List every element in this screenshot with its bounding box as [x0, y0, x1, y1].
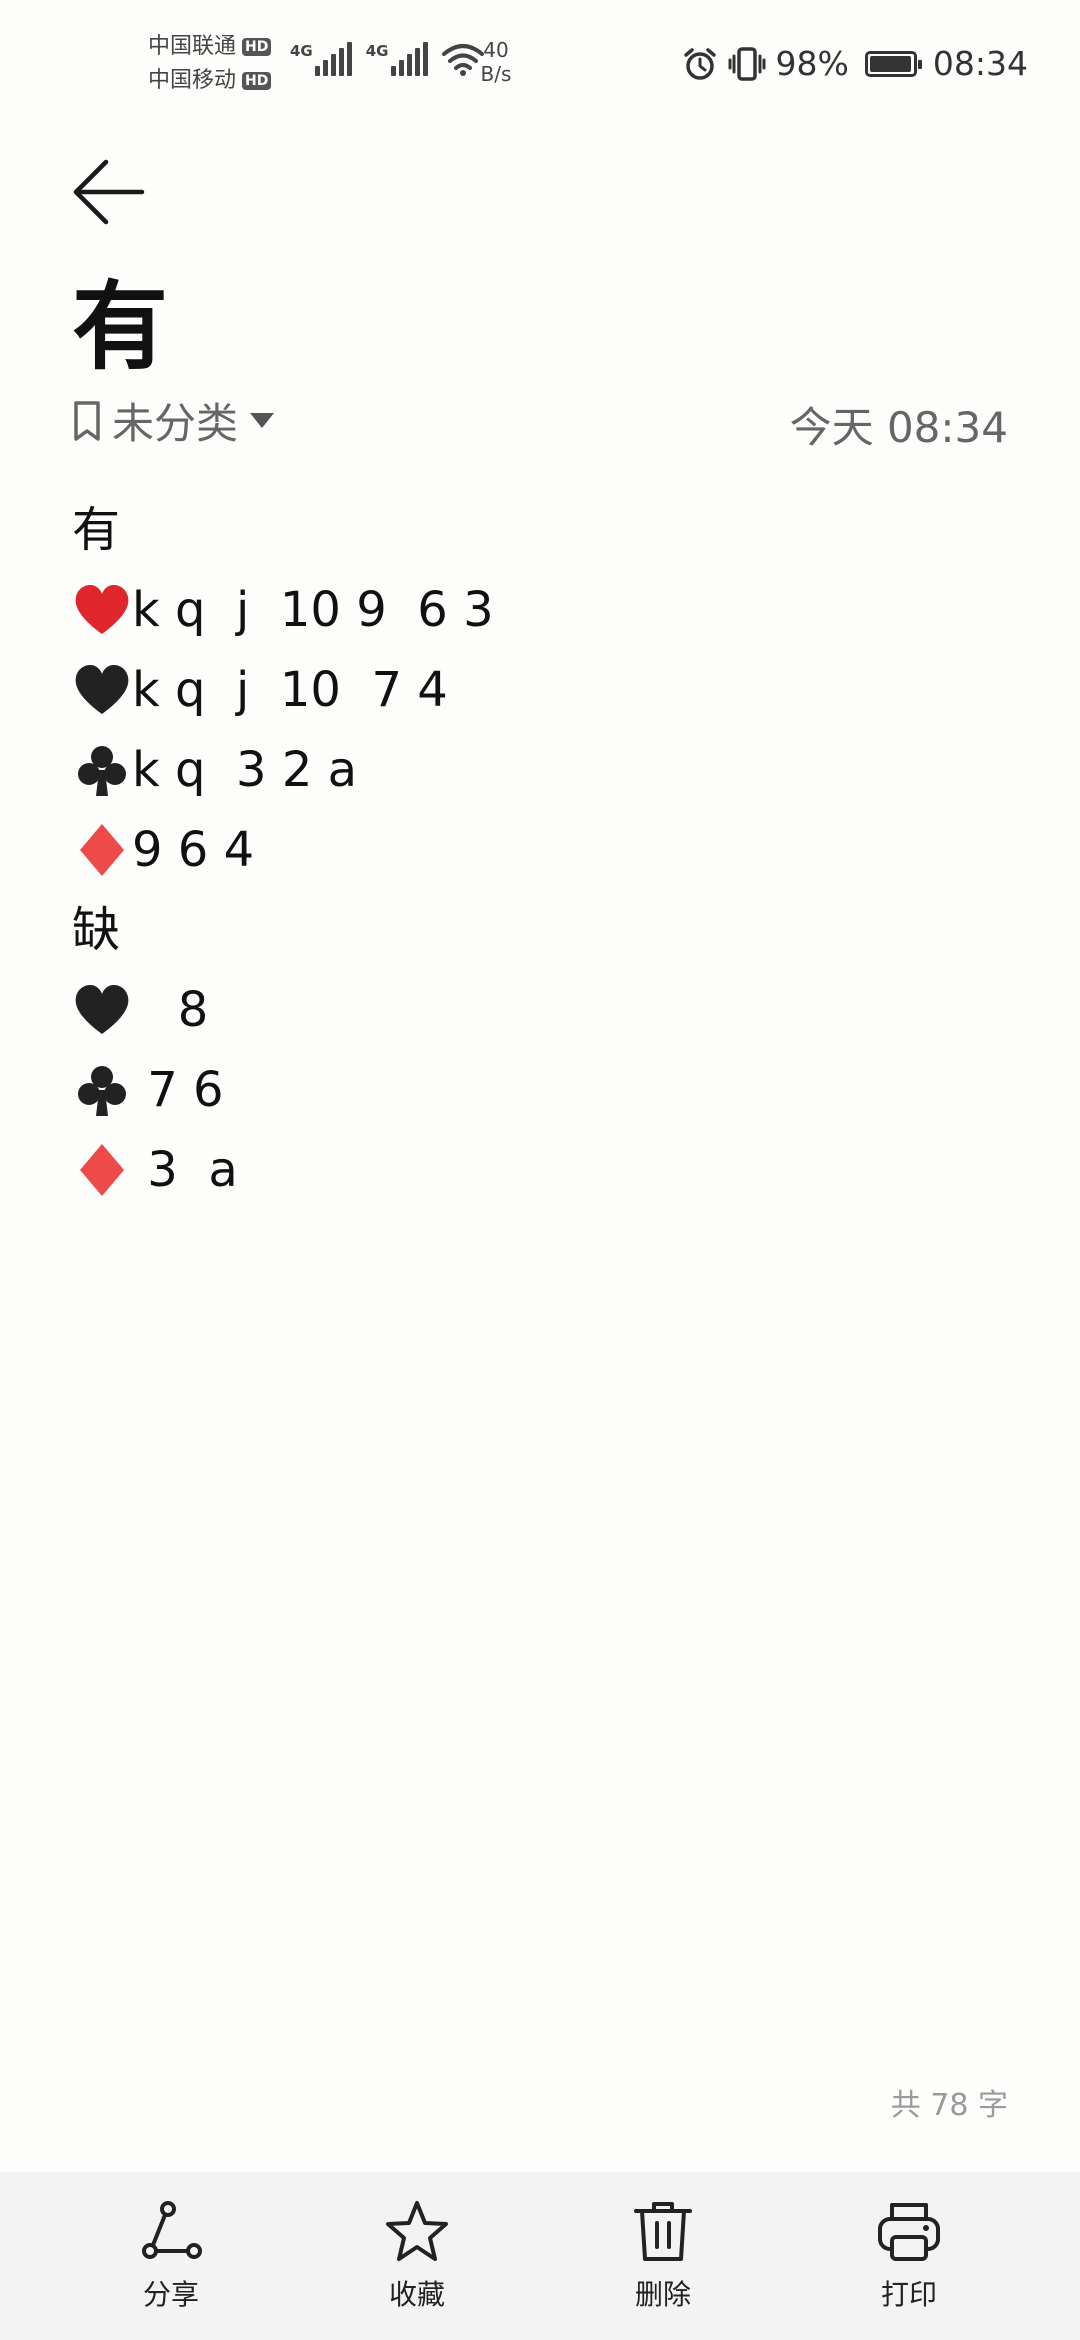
- vibrate-icon: [728, 46, 766, 81]
- note-line-text: k q j 10 7 4: [132, 662, 448, 718]
- signal-indicators: 4G 4G: [290, 42, 484, 76]
- note-line: k q j 10 7 4: [72, 650, 1008, 730]
- note-line: 有: [72, 490, 1008, 570]
- club-suit-icon: [72, 1060, 132, 1120]
- battery-icon: [864, 50, 922, 77]
- speed-unit: B/s: [480, 62, 512, 86]
- speed-value: 40: [483, 38, 509, 62]
- carrier-2-label: 中国移动: [148, 68, 237, 93]
- arrow-left-icon: [73, 159, 145, 225]
- bottom-toolbar: 分享 收藏 删除 打印: [0, 2172, 1080, 2340]
- heart-black-suit-icon: [72, 660, 132, 720]
- category-dropdown[interactable]: 未分类: [72, 390, 275, 451]
- heart-red-suit-icon: [72, 580, 132, 640]
- note-line: k q 3 2 a: [72, 730, 1008, 810]
- note-line: k q j 10 9 6 3: [72, 570, 1008, 650]
- trash-icon: [634, 2202, 692, 2261]
- battery-level-fill: [869, 55, 912, 72]
- note-line-text: 3 a: [132, 1142, 238, 1198]
- note-content[interactable]: 有k q j 10 9 6 3 k q j 10 7 4 k q 3 2 a 9 6 …: [72, 490, 1008, 1210]
- hd-badge: HD: [242, 38, 272, 56]
- note-meta: 未分类 今天 08:34: [72, 390, 1008, 452]
- club-suit-icon: [72, 740, 132, 800]
- note-line: 7 6: [72, 1050, 1008, 1130]
- note-line: 3 a: [72, 1130, 1008, 1210]
- status-right: 98% 08:34: [682, 44, 1028, 83]
- note-line-text: k q j 10 9 6 3: [132, 582, 494, 638]
- print-label: 打印: [880, 2278, 937, 2311]
- word-count: 共 78 字: [890, 2088, 1008, 2123]
- share-label: 分享: [142, 2278, 199, 2311]
- share-icon: [142, 2201, 202, 2259]
- status-time: 08:34: [932, 44, 1028, 83]
- share-button[interactable]: 分享: [91, 2199, 251, 2313]
- delete-button[interactable]: 删除: [583, 2199, 743, 2313]
- printer-icon: [878, 2203, 940, 2261]
- hd-badge: HD: [242, 72, 272, 90]
- signal-icon: 4G: [366, 42, 428, 76]
- network-type-label: 4G: [365, 42, 389, 60]
- back-button[interactable]: [72, 158, 146, 226]
- network-type-label: 4G: [290, 42, 313, 60]
- carrier-1-label: 中国联通: [148, 34, 237, 59]
- delete-label: 删除: [634, 2278, 691, 2311]
- carrier-info: 中国联通 HD 中国移动 HD: [148, 30, 272, 98]
- network-speed: 40 B/s: [474, 38, 518, 86]
- favorite-button[interactable]: 收藏: [337, 2199, 497, 2313]
- category-label: 未分类: [112, 399, 239, 448]
- note-line-text: k q 3 2 a: [132, 742, 358, 798]
- note-line-text: 有: [72, 502, 121, 558]
- note-line: 9 6 4: [72, 810, 1008, 890]
- print-button[interactable]: 打印: [829, 2199, 989, 2313]
- heart-black-suit-icon: [72, 980, 132, 1040]
- alarm-icon: [683, 47, 716, 80]
- note-line-text: 9 6 4: [132, 822, 255, 878]
- note-line-text: 7 6: [132, 1062, 224, 1118]
- note-line: 8: [72, 970, 1008, 1050]
- favorite-label: 收藏: [388, 2278, 445, 2311]
- diamond-suit-icon: [72, 1140, 132, 1200]
- signal-icon: 4G: [290, 42, 352, 76]
- star-icon: [386, 2201, 448, 2261]
- note-timestamp: 今天 08:34: [789, 403, 1008, 452]
- note-line: 缺: [72, 890, 1008, 970]
- caret-down-icon: [250, 413, 275, 428]
- note-line-text: 8: [132, 982, 209, 1038]
- bookmark-icon: [74, 400, 100, 441]
- diamond-suit-icon: [72, 820, 132, 880]
- status-bar: 中国联通 HD 中国移动 HD 4G 4G 40 B/s 98% 08:34: [0, 0, 1080, 130]
- battery-percent: 98%: [775, 44, 849, 83]
- note-title[interactable]: 有: [72, 272, 168, 382]
- note-line-text: 缺: [72, 902, 121, 958]
